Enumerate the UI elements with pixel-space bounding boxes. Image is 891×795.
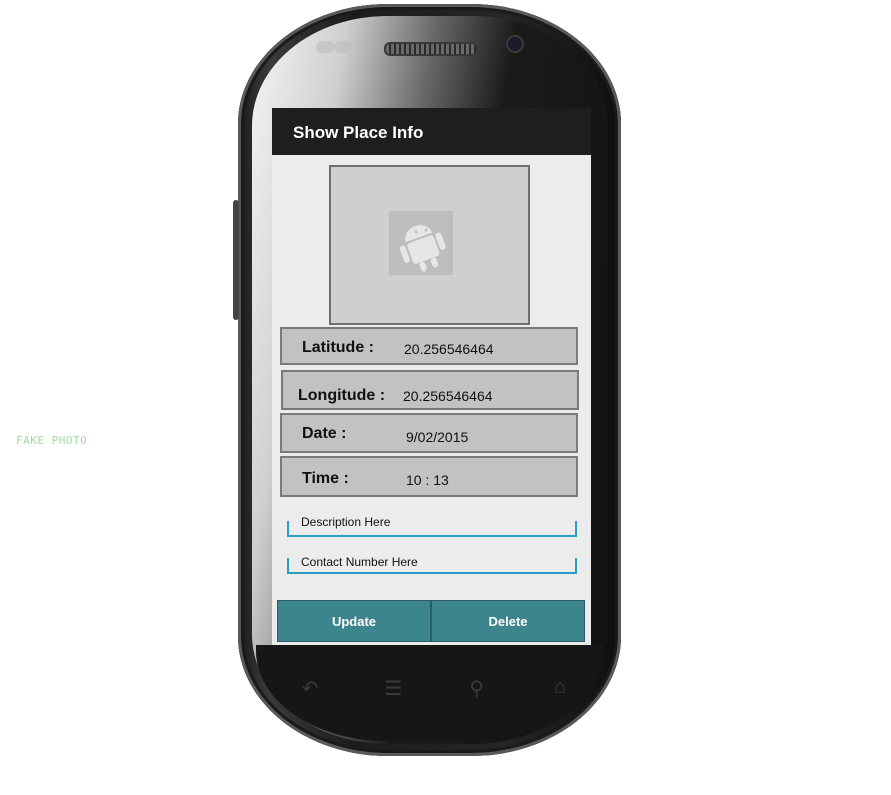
latitude-row: Latitude : 20.256546464 (280, 327, 578, 365)
back-icon[interactable]: ↶ (290, 676, 330, 702)
search-icon[interactable]: ⚲ (457, 676, 497, 702)
description-underline (287, 521, 577, 537)
longitude-label: Longitude : (298, 387, 386, 404)
android-placeholder-icon (389, 211, 453, 275)
light-sensor (334, 41, 352, 53)
time-row: Time : 10 : 13 (280, 456, 578, 497)
time-label: Time : (302, 470, 349, 487)
latitude-value: 20.256546464 (404, 341, 494, 357)
home-icon[interactable]: ⌂ (540, 676, 580, 702)
menu-icon[interactable]: ☰ (373, 676, 413, 702)
longitude-value: 20.256546464 (403, 388, 493, 404)
volume-button (233, 200, 239, 320)
latitude-label: Latitude : (302, 339, 374, 356)
place-image[interactable] (329, 165, 530, 325)
update-button[interactable]: Update (277, 600, 431, 642)
earpiece-speaker (384, 42, 478, 56)
time-value: 10 : 13 (406, 472, 449, 488)
date-label: Date : (302, 425, 347, 442)
app-screen: Show Place Info Latitude : 20.256546464 (272, 108, 591, 645)
front-camera-icon (508, 37, 522, 51)
proximity-sensor (316, 41, 334, 53)
date-value: 9/02/2015 (406, 429, 469, 445)
longitude-row: Longitude : 20.256546464 (281, 370, 579, 410)
action-bar-title: Show Place Info (272, 108, 591, 155)
delete-button[interactable]: Delete (431, 600, 585, 642)
action-buttons: Update Delete (277, 600, 585, 642)
date-row: Date : 9/02/2015 (280, 413, 578, 453)
watermark-text: FAKE PHOTO (16, 434, 88, 447)
hardware-nav-keys: ↶ ☰ ⚲ ⌂ (290, 676, 580, 702)
contact-number-underline (287, 558, 577, 574)
